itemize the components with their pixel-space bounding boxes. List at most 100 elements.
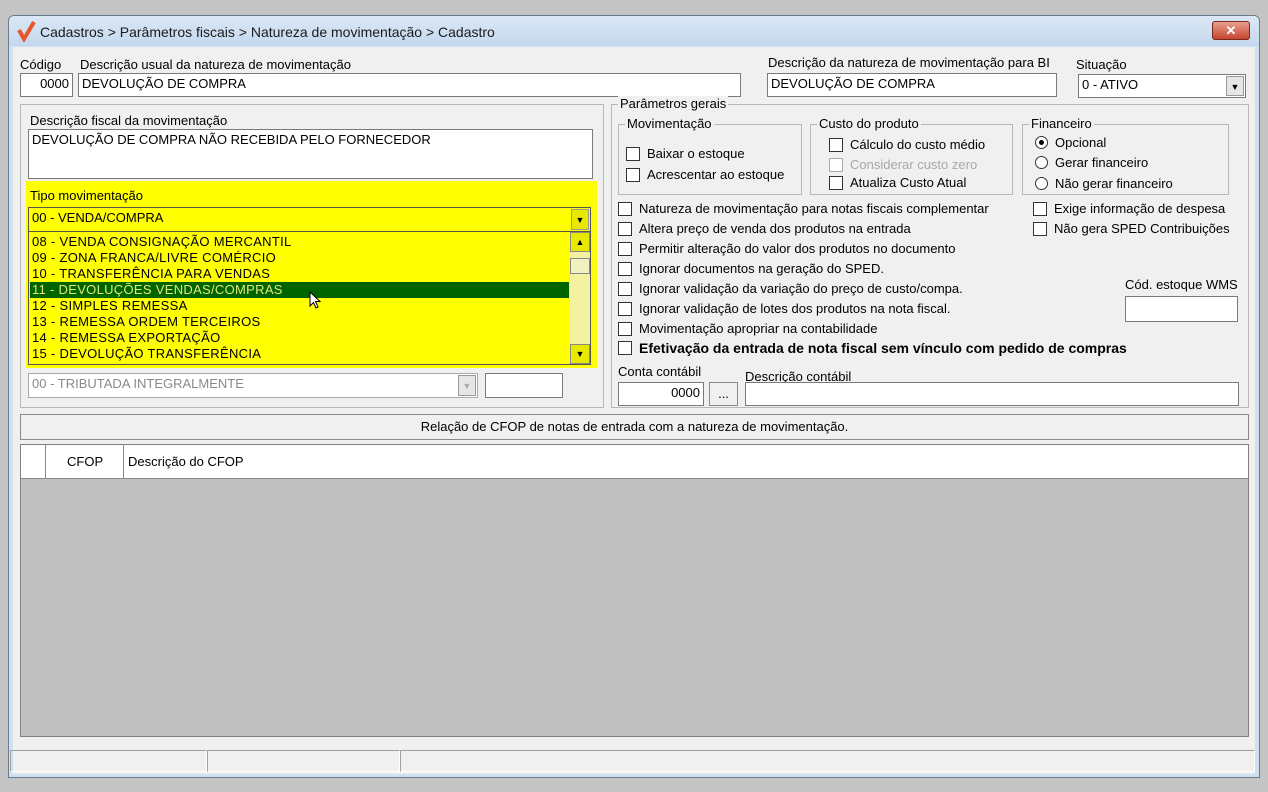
status-panel [10,750,207,772]
conta-lookup-button[interactable]: ... [709,382,738,406]
descricao-fiscal-textarea[interactable]: DEVOLUÇÃO DE COMPRA NÃO RECEBIDA PELO FO… [28,129,593,179]
checkbox-box [618,241,632,256]
parametros-gerais-title: Parâmetros gerais [618,96,729,111]
ignorar-sped-checkbox[interactable]: Ignorar documentos na geração do SPED. [618,261,884,276]
altera-preco-checkbox[interactable]: Altera preço de venda dos produtos na en… [618,221,911,236]
app-logo-icon [17,20,36,42]
situacao-value: 0 - ATIVO [1082,77,1139,92]
scroll-thumb[interactable] [570,258,590,274]
checkbox-label: Natureza de movimentação para notas fisc… [639,201,989,216]
radio-label: Opcional [1055,135,1107,150]
permitir-alteracao-checkbox[interactable]: Permitir alteração do valor dos produtos… [618,241,956,256]
status-panel [207,750,400,772]
checkbox-label: Ignorar validação de lotes dos produtos … [639,301,951,316]
descricao-usual-input[interactable]: DEVOLUÇÃO DE COMPRA [78,73,741,97]
checkbox-box [626,167,640,182]
radio [1035,177,1048,190]
dropdown-option-hovered[interactable]: 11 - DEVOLUÇÕES VENDAS/COMPRAS [30,282,569,298]
mouse-cursor-icon [309,291,322,309]
descricao-fiscal-label: Descrição fiscal da movimentação [30,113,228,128]
financeiro-title: Financeiro [1029,116,1094,131]
secondary-input[interactable] [485,373,563,398]
checkbox-box [618,281,632,296]
dropdown-option[interactable]: 15 - DEVOLUÇÃO TRANSFERÊNCIA [32,346,569,362]
ignorar-lotes-checkbox[interactable]: Ignorar validação de lotes dos produtos … [618,301,950,316]
custo-medio-checkbox[interactable]: Cálculo do custo médio [829,137,985,152]
checkbox-box [618,301,632,316]
column-descricao-cfop[interactable]: Descrição do CFOP [124,445,424,479]
checkbox-box [618,221,632,236]
tributacao-select: 00 - TRIBUTADA INTEGRALMENTE ▼ [28,373,478,398]
nao-gera-sped-checkbox[interactable]: Não gera SPED Contribuições [1033,221,1230,236]
dropdown-option[interactable]: 14 - REMESSA EXPORTAÇÃO [32,330,569,346]
tipo-movimentacao-label: Tipo movimentação [30,188,143,203]
custo-produto-title: Custo do produto [817,116,921,131]
ignorar-variacao-checkbox[interactable]: Ignorar validação da variação do preço d… [618,281,963,296]
chevron-down-icon[interactable]: ▼ [1226,76,1244,96]
descricao-contabil-input[interactable] [745,382,1239,406]
custo-zero-checkbox: Considerar custo zero [829,157,977,172]
checkbox-box [618,201,632,216]
column-cfop[interactable]: CFOP [46,445,124,479]
baixar-estoque-checkbox[interactable]: Baixar o estoque [626,146,745,161]
dropdown-option[interactable]: 08 - VENDA CONSIGNAÇÃO MERCANTIL [32,234,569,250]
checkbox-box [618,321,632,336]
codigo-label: Código [20,57,62,72]
checkbox-box [618,261,632,276]
checkbox-box [829,137,843,152]
tipo-movimentacao-select[interactable]: 00 - VENDA/COMPRA ▼ [28,207,591,232]
radio-selected [1035,136,1048,149]
scroll-down-icon[interactable]: ▼ [570,344,590,364]
checkbox-label: Atualiza Custo Atual [850,175,967,190]
dropdown-option[interactable]: 13 - REMESSA ORDEM TERCEIROS [32,314,569,330]
checkbox-label: Efetivação da entrada de nota fiscal sem… [639,340,1127,356]
exige-despesa-checkbox[interactable]: Exige informação de despesa [1033,201,1225,216]
checkbox-label: Ignorar validação da variação do preço d… [639,281,963,296]
row-indicator-column [21,445,46,479]
status-panel [400,750,1255,772]
checkbox-box [829,175,843,190]
tipo-movimentacao-value: 00 - VENDA/COMPRA [32,210,164,225]
atualiza-custo-checkbox[interactable]: Atualiza Custo Atual [829,175,966,190]
checkbox-label: Não gera SPED Contribuições [1054,221,1230,236]
conta-contabil-label: Conta contábil [618,364,702,379]
window-title: Cadastros > Parâmetros fiscais > Naturez… [40,24,495,40]
codigo-input[interactable]: 0000 [20,73,73,97]
checkbox-label: Ignorar documentos na geração do SPED. [639,261,884,276]
descricao-bi-input[interactable]: DEVOLUÇÃO DE COMPRA [767,73,1057,97]
wms-input[interactable] [1125,296,1238,322]
efetivacao-sem-pedido-checkbox[interactable]: Efetivação da entrada de nota fiscal sem… [618,340,1127,356]
chevron-down-icon[interactable]: ▼ [571,209,589,230]
checkbox-box [829,157,843,172]
checkbox-box [626,146,640,161]
checkbox-label: Altera preço de venda dos produtos na en… [639,221,911,236]
acrescentar-estoque-checkbox[interactable]: Acrescentar ao estoque [626,167,784,182]
checkbox-label: Permitir alteração do valor dos produtos… [639,241,956,256]
radio-label: Gerar financeiro [1055,155,1149,170]
checkbox-label: Baixar o estoque [647,146,745,161]
checkbox-label: Exige informação de despesa [1054,201,1226,216]
situacao-select[interactable]: 0 - ATIVO ▼ [1078,74,1246,98]
movimentacao-title: Movimentação [625,116,714,131]
dropdown-scrollbar[interactable]: ▲ ▼ [570,232,590,364]
checkbox-box [1033,221,1047,236]
checkbox-label: Acrescentar ao estoque [647,167,785,182]
chevron-down-icon: ▼ [458,375,476,396]
checkbox-label: Movimentação apropriar na contabilidade [639,321,878,336]
checkbox-box [1033,201,1047,216]
conta-contabil-input[interactable]: 0000 [618,382,704,406]
dropdown-option[interactable]: 12 - SIMPLES REMESSA [32,298,569,314]
dropdown-option[interactable]: 10 - TRANSFERÊNCIA PARA VENDAS [32,266,569,282]
gerar-financeiro-radio[interactable]: Gerar financeiro [1035,155,1148,170]
opcional-radio[interactable]: Opcional [1035,135,1106,150]
nao-gerar-financeiro-radio[interactable]: Não gerar financeiro [1035,176,1173,191]
cfop-grid[interactable]: CFOP Descrição do CFOP [20,444,1249,737]
close-button[interactable]: ✕ [1212,21,1250,40]
descricao-usual-label: Descrição usual da natureza de movimenta… [80,57,351,72]
complementar-checkbox[interactable]: Natureza de movimentação para notas fisc… [618,201,989,216]
descricao-bi-label: Descrição da natureza de movimentação pa… [768,55,1050,70]
situacao-label: Situação [1076,57,1127,72]
scroll-up-icon[interactable]: ▲ [570,232,590,252]
apropriar-contabilidade-checkbox[interactable]: Movimentação apropriar na contabilidade [618,321,877,336]
dropdown-option[interactable]: 09 - ZONA FRANCA/LIVRE COMÉRCIO [32,250,569,266]
